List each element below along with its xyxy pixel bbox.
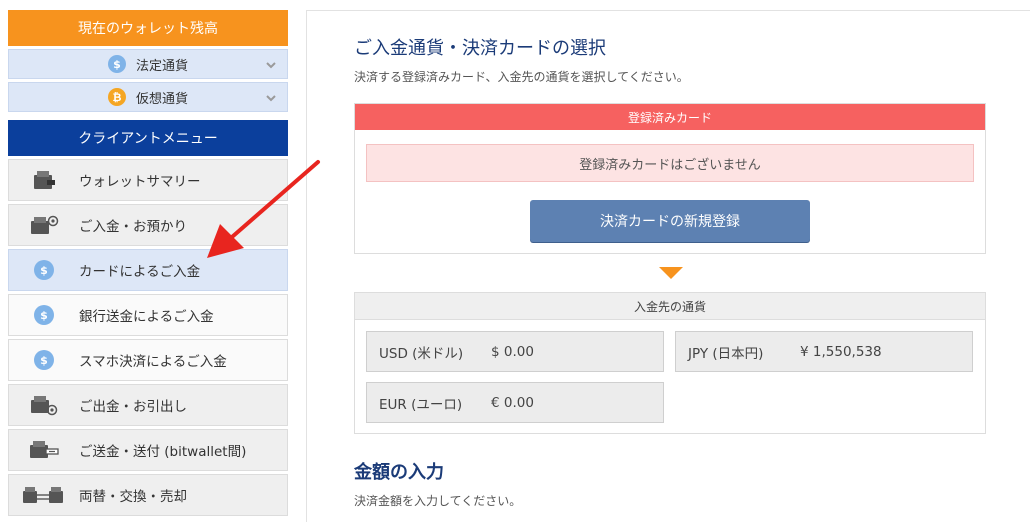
wallet-deposit-icon bbox=[9, 214, 79, 236]
deposit-currency-header: 入金先の通貨 bbox=[355, 293, 985, 320]
chevron-down-icon bbox=[266, 62, 276, 69]
card-section-title: ご入金通貨・決済カードの選択 bbox=[354, 38, 606, 59]
menu-item-label: ご入金・お預かり bbox=[79, 219, 187, 235]
main-content: ご入金通貨・決済カードの選択 決済する登録済みカード、入金先の通貨を選択してくだ… bbox=[354, 34, 988, 509]
dollar-coin-icon: $ bbox=[9, 305, 79, 325]
chevron-down-icon bbox=[266, 95, 276, 102]
wallet-balance-header: 現在のウォレット残高 bbox=[8, 10, 288, 46]
menu-item-label: ご送金・送付 (bitwallet間) bbox=[79, 444, 247, 460]
wallet-withdraw-icon bbox=[9, 394, 79, 416]
menu-item-label: カードによるご入金 bbox=[79, 264, 201, 280]
crypto-currency-toggle[interactable]: ₿ 仮想通貨 bbox=[8, 82, 288, 112]
menu-item-label: 両替・交換・売却 bbox=[79, 489, 187, 505]
menu-item-withdraw[interactable]: ご出金・お引出し bbox=[8, 384, 288, 426]
dollar-coin-icon: $ bbox=[9, 260, 79, 280]
card-section-description: 決済する登録済みカード、入金先の通貨を選択してください。 bbox=[354, 70, 689, 84]
crypto-currency-label: 仮想通貨 bbox=[135, 91, 188, 107]
fiat-currency-toggle[interactable]: $ 法定通貨 bbox=[8, 49, 288, 79]
menu-item-label: ウォレットサマリー bbox=[79, 174, 201, 190]
sidebar: 現在のウォレット残高 $ 法定通貨 ₿ 仮想通貨 クライアントメニュー ウォレッ… bbox=[8, 10, 288, 516]
fiat-currency-label: 法定通貨 bbox=[135, 58, 188, 74]
menu-item-bank-deposit[interactable]: $ 銀行送金によるご入金 bbox=[8, 294, 288, 336]
deposit-currency-panel: 入金先の通貨 USD (米ドル) $ 0.00 JPY (日本円) ¥ 1,55… bbox=[354, 292, 986, 434]
bitcoin-coin-icon: ₿ bbox=[107, 88, 126, 106]
wallet-exchange-icon bbox=[9, 484, 79, 506]
currency-code: EUR (ユーロ) bbox=[379, 396, 463, 413]
currency-option-usd[interactable]: USD (米ドル) $ 0.00 bbox=[366, 331, 664, 372]
amount-section-description: 決済金額を入力してください。 bbox=[354, 494, 522, 508]
menu-item-deposit[interactable]: ご入金・お預かり bbox=[8, 204, 288, 246]
menu-item-label: スマホ決済によるご入金 bbox=[79, 354, 227, 370]
wallet-transfer-icon bbox=[9, 439, 79, 461]
down-arrow-icon bbox=[354, 254, 988, 292]
currency-code: USD (米ドル) bbox=[379, 345, 464, 362]
menu-item-label: 銀行送金によるご入金 bbox=[79, 309, 214, 325]
menu-item-card-deposit[interactable]: $ カードによるご入金 bbox=[8, 249, 288, 291]
menu-item-mobile-deposit[interactable]: $ スマホ決済によるご入金 bbox=[8, 339, 288, 381]
wallet-icon bbox=[9, 169, 79, 191]
currency-balance: $ 0.00 bbox=[491, 343, 534, 360]
no-cards-message: 登録済みカードはございません bbox=[366, 144, 974, 182]
client-menu-header: クライアントメニュー bbox=[8, 120, 288, 156]
currency-balance: € 0.00 bbox=[491, 394, 534, 411]
currency-option-jpy[interactable]: JPY (日本円) ¥ 1,550,538 bbox=[675, 331, 973, 372]
currency-balance: ¥ 1,550,538 bbox=[800, 343, 882, 360]
registered-cards-header: 登録済みカード bbox=[355, 104, 985, 130]
dollar-coin-icon: $ bbox=[107, 55, 126, 73]
registered-cards-panel: 登録済みカード 登録済みカードはございません 決済カードの新規登録 bbox=[354, 103, 986, 254]
currency-option-eur[interactable]: EUR (ユーロ) € 0.00 bbox=[366, 382, 664, 423]
menu-item-label: ご出金・お引出し bbox=[79, 399, 187, 415]
menu-item-wallet-summary[interactable]: ウォレットサマリー bbox=[8, 159, 288, 201]
menu-item-transfer[interactable]: ご送金・送付 (bitwallet間) bbox=[8, 429, 288, 471]
menu-item-exchange[interactable]: 両替・交換・売却 bbox=[8, 474, 288, 516]
amount-section-title: 金額の入力 bbox=[354, 462, 444, 483]
currency-code: JPY (日本円) bbox=[688, 345, 764, 362]
register-new-card-button[interactable]: 決済カードの新規登録 bbox=[530, 200, 810, 242]
dollar-coin-icon: $ bbox=[9, 350, 79, 370]
